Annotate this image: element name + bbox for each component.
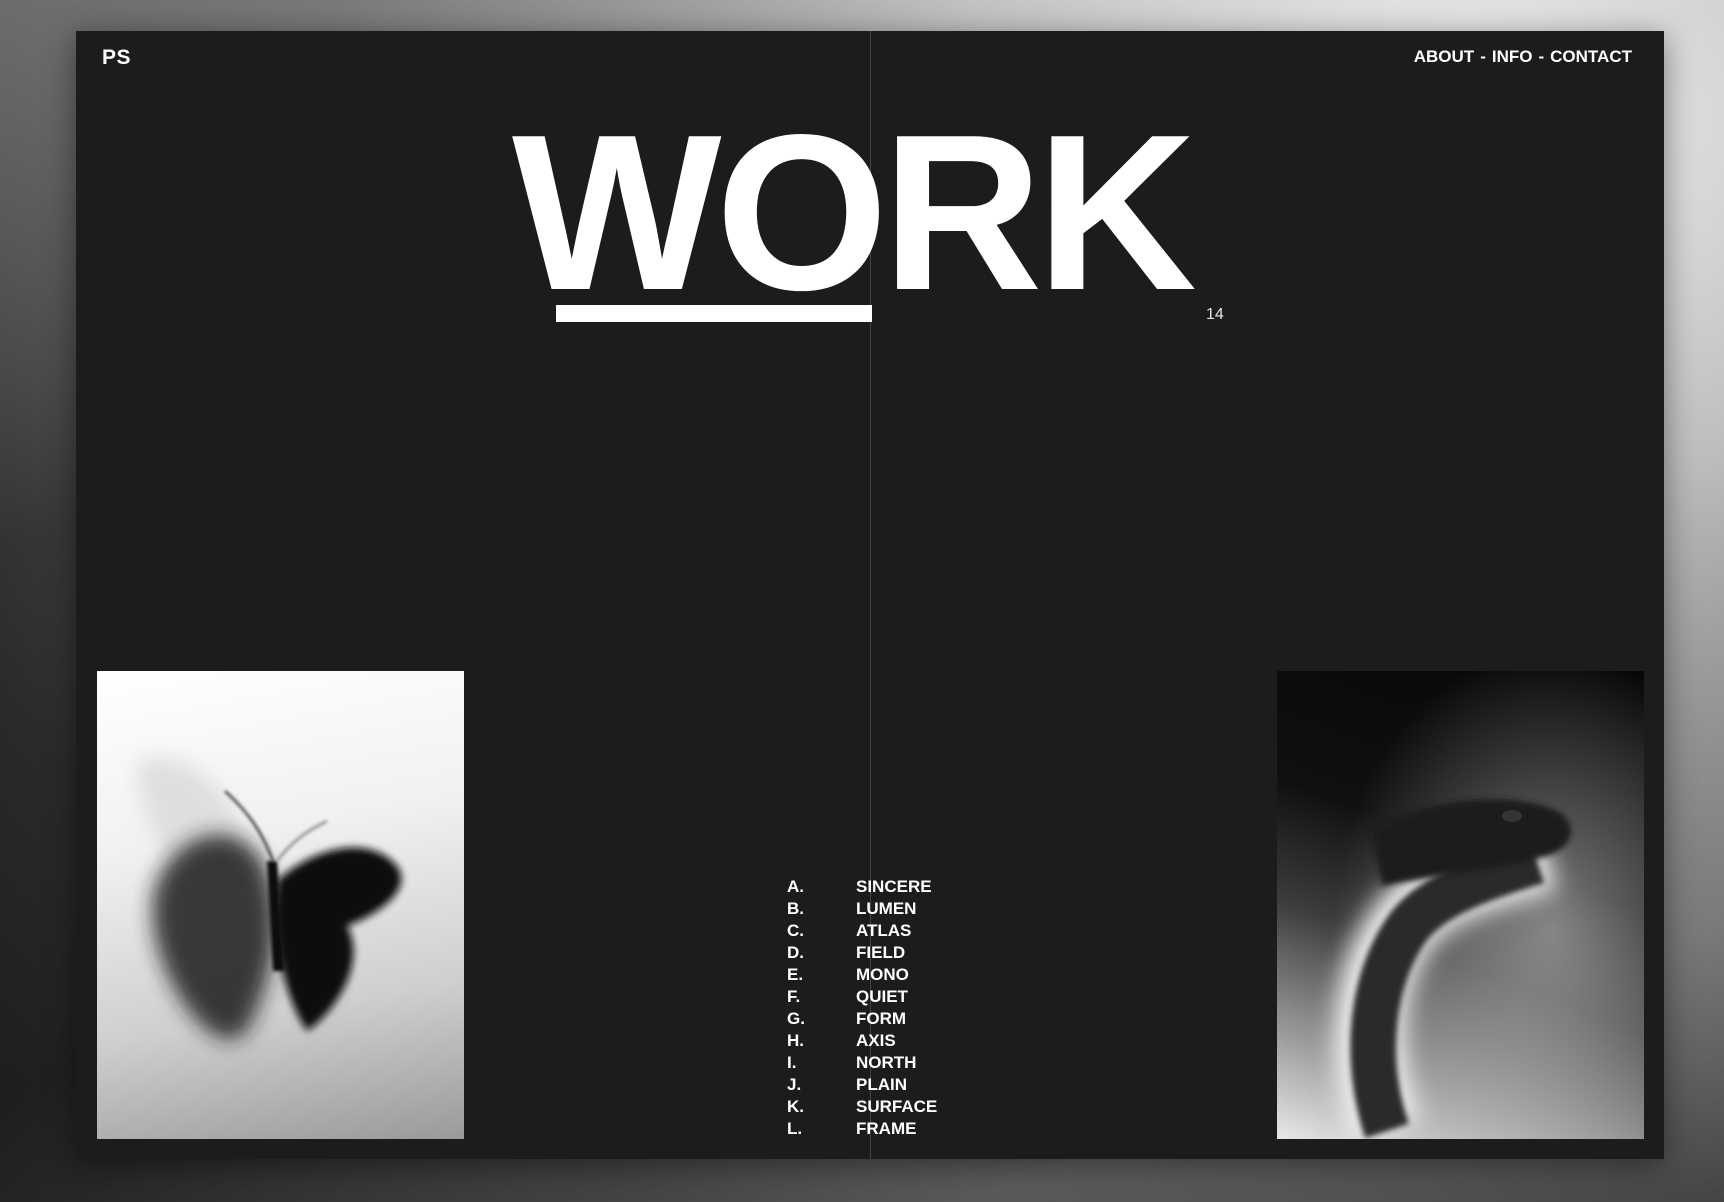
index-letter: J.	[787, 1075, 802, 1094]
list-item[interactable]: C. ATLAS	[787, 920, 937, 942]
list-item[interactable]: H. AXIS	[787, 1030, 937, 1052]
list-item[interactable]: J. PLAIN	[787, 1074, 937, 1096]
nav-info-link[interactable]: INFO	[1492, 47, 1533, 67]
list-item[interactable]: F. QUIET	[787, 986, 937, 1008]
index-letter: E.	[787, 965, 804, 984]
index-letter: K.	[787, 1097, 804, 1116]
index-letter: I.	[787, 1053, 797, 1072]
list-item[interactable]: A. SINCERE	[787, 876, 937, 898]
snake-icon	[1277, 671, 1644, 1139]
butterfly-icon	[137, 757, 402, 1040]
list-item[interactable]: G. FORM	[787, 1008, 937, 1030]
list-item[interactable]: E. MONO	[787, 964, 937, 986]
project-name[interactable]: FIELD	[856, 942, 905, 964]
index-letter: G.	[787, 1009, 805, 1028]
index-letter: L.	[787, 1119, 803, 1138]
project-count: 14	[1206, 306, 1224, 323]
project-name[interactable]: SURFACE	[856, 1096, 937, 1118]
project-name[interactable]: QUIET	[856, 986, 908, 1008]
project-name[interactable]: FORM	[856, 1008, 906, 1030]
index-letter: C.	[787, 921, 804, 940]
project-name[interactable]: FRAME	[856, 1118, 916, 1140]
nav-separator: -	[1538, 47, 1545, 66]
nav-about-link[interactable]: ABOUT	[1414, 47, 1474, 67]
list-item[interactable]: L. FRAME	[787, 1118, 937, 1140]
index-letter: D.	[787, 943, 804, 962]
index-letter: H.	[787, 1031, 804, 1050]
site-logo[interactable]: PS	[102, 46, 131, 70]
nav-contact-link[interactable]: CONTACT	[1550, 47, 1632, 67]
project-name[interactable]: NORTH	[856, 1052, 916, 1074]
project-name[interactable]: MONO	[856, 964, 909, 986]
project-name[interactable]: ATLAS	[856, 920, 911, 942]
project-name[interactable]: AXIS	[856, 1030, 896, 1052]
list-item[interactable]: I. NORTH	[787, 1052, 937, 1074]
project-name[interactable]: SINCERE	[856, 876, 932, 898]
list-item[interactable]: D. FIELD	[787, 942, 937, 964]
list-item[interactable]: K. SURFACE	[787, 1096, 937, 1118]
index-letter: A.	[787, 877, 804, 896]
index-letter: B.	[787, 899, 804, 918]
index-letter: F.	[787, 987, 801, 1006]
butterfly-image[interactable]	[97, 671, 464, 1139]
snake-image[interactable]	[1277, 671, 1644, 1139]
nav-separator: -	[1480, 47, 1486, 66]
top-nav: ABOUT - INFO - CONTACT	[1414, 47, 1632, 67]
list-item[interactable]: B. LUMEN	[787, 898, 937, 920]
title-underline	[556, 305, 872, 322]
project-name[interactable]: LUMEN	[856, 898, 916, 920]
page-title: WORK	[512, 89, 1197, 337]
project-name[interactable]: PLAIN	[856, 1074, 907, 1096]
portfolio-spread: PS ABOUT - INFO - CONTACT WORK 14 A. SIN…	[76, 31, 1664, 1159]
project-index: A. SINCERE B. LUMEN C. ATLAS D. FIELD E. MONO…	[787, 876, 937, 1140]
